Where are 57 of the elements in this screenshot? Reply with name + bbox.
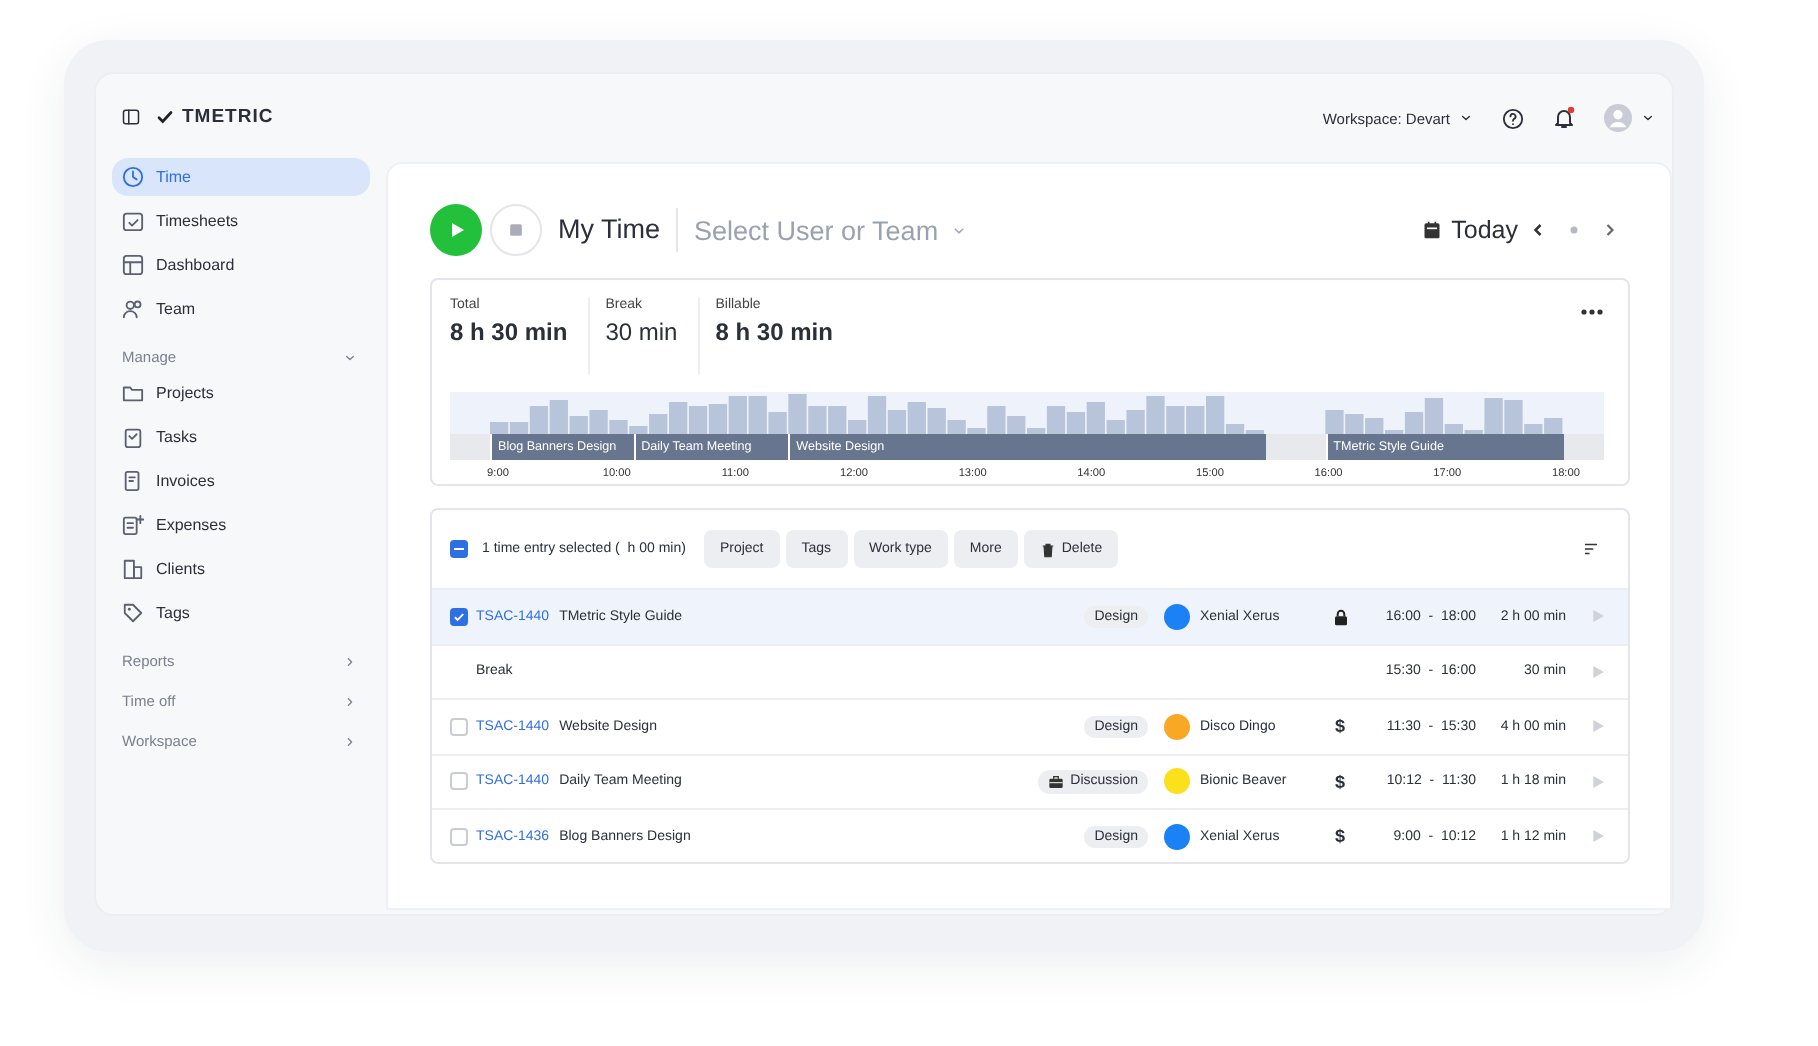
select-all-checkbox[interactable]	[450, 540, 468, 558]
chevron-right-icon	[342, 733, 358, 749]
sidebar-toggle-icon[interactable]	[122, 107, 140, 125]
billable-sign: $	[1334, 716, 1345, 737]
stop-timer-button[interactable]	[490, 204, 542, 256]
chevron-down-icon	[1458, 110, 1474, 126]
sidebar-item[interactable]: Projects	[112, 374, 370, 412]
receipt-icon	[122, 514, 144, 536]
tag-icon	[122, 602, 144, 624]
caret-icon[interactable]	[1640, 110, 1656, 126]
date-picker[interactable]: Today	[1421, 216, 1518, 244]
play-entry-icon[interactable]	[1590, 663, 1606, 680]
stat-value: 8 h 30 min	[450, 318, 568, 346]
sidebar-item[interactable]: Tags	[112, 594, 370, 632]
play-entry-icon[interactable]	[1590, 828, 1606, 845]
chevron-right-icon	[342, 653, 358, 669]
sidebar-item[interactable]: Time	[112, 158, 370, 196]
more-options-icon[interactable]	[1580, 308, 1604, 316]
sidebar-item[interactable]: Invoices	[112, 462, 370, 500]
calendar-icon	[1421, 220, 1442, 240]
calendar-check-icon	[122, 210, 144, 232]
sidebar-item[interactable]: Expenses	[112, 506, 370, 544]
checkmark-icon	[156, 107, 174, 125]
play-entry-icon[interactable]	[1590, 608, 1606, 625]
briefcase-icon	[1048, 773, 1065, 790]
folder-icon	[122, 382, 144, 404]
lock-icon	[1331, 607, 1349, 626]
row-checkbox[interactable]	[450, 607, 468, 626]
logo: TMETRIC	[182, 105, 274, 127]
document-icon	[122, 470, 144, 492]
play-entry-icon[interactable]	[1590, 773, 1606, 790]
help-icon[interactable]	[1502, 107, 1524, 129]
billable-sign: $	[1334, 771, 1345, 792]
chevron-right-icon	[342, 693, 358, 709]
layout-icon	[122, 254, 144, 276]
row-checkbox[interactable]	[450, 772, 468, 791]
sidebar-item[interactable]: Tasks	[112, 418, 370, 456]
notification-bell-icon[interactable]	[1552, 106, 1576, 130]
start-timer-button[interactable]	[430, 204, 482, 256]
people-icon	[122, 298, 144, 320]
billable-sign: $	[1334, 826, 1345, 847]
sidebar-item[interactable]: Team	[112, 290, 370, 328]
dot-icon	[1568, 224, 1580, 236]
stop-icon	[506, 220, 526, 240]
building-icon	[122, 558, 144, 580]
clock-icon	[122, 166, 144, 188]
sidebar-item[interactable]: Clients	[112, 550, 370, 588]
play-entry-icon[interactable]	[1590, 718, 1606, 735]
trash-icon	[1039, 541, 1056, 557]
row-checkbox[interactable]	[450, 717, 468, 736]
clipboard-icon	[122, 426, 144, 448]
sidebar-item[interactable]: Timesheets	[112, 202, 370, 240]
page-title: My Time	[558, 208, 679, 252]
stat-value: 8 h 30 min	[715, 318, 833, 346]
sidebar-item[interactable]: Dashboard	[112, 246, 370, 284]
stat-value: 30 min	[605, 318, 678, 346]
row-checkbox[interactable]	[450, 827, 468, 846]
